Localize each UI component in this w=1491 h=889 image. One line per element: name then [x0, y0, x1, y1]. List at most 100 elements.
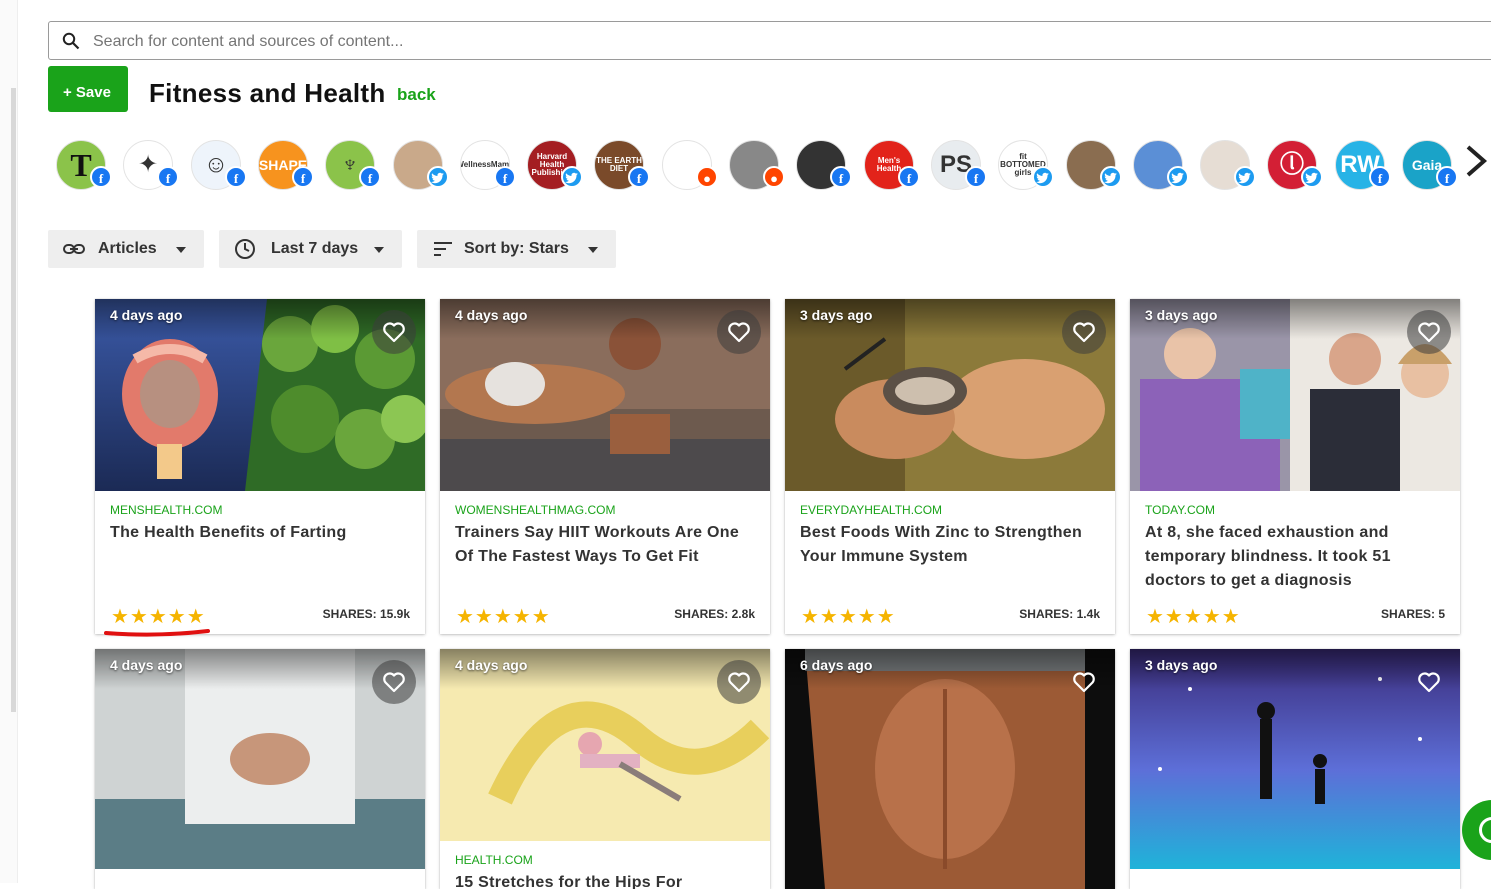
article-title[interactable]: Best Foods With Zinc to Strengthen Your … — [800, 521, 1100, 569]
source-avatar-lululemon[interactable]: ⓛ — [1267, 140, 1323, 190]
date-range-label: Last 7 days — [271, 240, 359, 257]
source-avatar-nytimes[interactable]: Tf — [56, 140, 112, 190]
twitter-icon — [1167, 166, 1189, 188]
chevron-down-icon — [588, 247, 598, 253]
source-avatar-yoga-photo[interactable] — [1200, 140, 1256, 190]
twitter-icon — [1100, 166, 1122, 188]
source-avatar-workout-photo[interactable] — [1066, 140, 1122, 190]
article-title[interactable]: The Health Benefits of Farting — [110, 521, 410, 545]
heart-icon — [1418, 672, 1440, 693]
share-count: SHARES: 15.9k — [322, 607, 410, 621]
article-age: 4 days ago — [455, 307, 528, 323]
source-avatar-popsugar[interactable]: PS f — [931, 140, 987, 190]
article-card[interactable]: 4 days ago — [95, 649, 425, 889]
favorite-button[interactable] — [717, 310, 761, 354]
sort-filter[interactable]: Sort by: Stars — [417, 230, 616, 268]
red-underline-annotation — [104, 629, 210, 637]
article-age: 4 days ago — [110, 307, 183, 323]
article-card[interactable]: 4 days ago WOMENSHEALTHMAG.COM Trainers … — [440, 299, 770, 634]
source-avatar-woman-portrait[interactable] — [393, 140, 449, 190]
article-age: 3 days ago — [1145, 307, 1218, 323]
article-age: 3 days ago — [1145, 657, 1218, 673]
favorite-button[interactable] — [717, 660, 761, 704]
chevron-right-icon[interactable] — [1462, 144, 1490, 178]
twitter-icon — [1032, 166, 1054, 188]
date-range-filter[interactable]: Last 7 days — [219, 230, 402, 268]
chevron-down-icon — [374, 247, 384, 253]
feed-header: + Save Fitness and Health back — [48, 66, 1488, 114]
article-age: 4 days ago — [455, 657, 528, 673]
article-card[interactable]: 3 days ago — [1130, 649, 1460, 889]
source-avatar-bodybuilder-sketch[interactable]: ● — [662, 140, 718, 190]
chevron-down-icon — [176, 247, 186, 253]
source-avatar-shape[interactable]: SHAPE f — [258, 140, 314, 190]
source-avatar-gaia[interactable]: Gaia f — [1402, 140, 1458, 190]
star-rating: ★★★★★ — [456, 606, 551, 628]
share-count: SHARES: 2.8k — [674, 607, 755, 621]
share-count: SHARES: 5 — [1380, 607, 1445, 621]
source-avatar-buddha[interactable]: ☺ f — [191, 140, 247, 190]
favorite-button[interactable] — [1407, 660, 1451, 704]
article-source[interactable]: MENSHEALTH.COM — [110, 503, 222, 517]
article-source[interactable]: WOMENSHEALTHMAG.COM — [455, 503, 615, 517]
source-avatar-fork-logo[interactable]: ♆ f — [325, 140, 381, 190]
source-list: Tf✦f☺fSHAPEf♆f WellnessMamafHarvard Healt… — [56, 140, 1491, 192]
article-title[interactable]: Trainers Say HIIT Workouts Are One Of Th… — [455, 521, 755, 569]
facebook-icon: f — [359, 166, 381, 188]
favorite-button[interactable] — [372, 310, 416, 354]
source-avatar-trainer-photo[interactable] — [1133, 140, 1189, 190]
favorite-button[interactable] — [1062, 660, 1106, 704]
source-avatar-reddit-fitness[interactable]: ● — [729, 140, 785, 190]
facebook-icon: f — [628, 166, 650, 188]
article-card[interactable]: 6 days ago — [785, 649, 1115, 889]
favorite-button[interactable] — [1062, 310, 1106, 354]
article-age: 6 days ago — [800, 657, 873, 673]
chat-widget-button[interactable] — [1462, 800, 1491, 860]
article-title[interactable]: At 8, she faced exhaustion and temporary… — [1145, 521, 1445, 593]
heart-icon — [383, 672, 405, 693]
facebook-icon: f — [157, 166, 179, 188]
scrollbar[interactable] — [11, 88, 16, 712]
facebook-icon: f — [1436, 166, 1458, 188]
favorite-button[interactable] — [1407, 310, 1451, 354]
article-title[interactable]: 15 Stretches for the Hips For — [455, 871, 755, 889]
star-rating: ★★★★★ — [111, 606, 206, 628]
search-icon — [62, 32, 80, 50]
source-avatar-earth-diet[interactable]: THE EARTH DIET f — [594, 140, 650, 190]
back-link[interactable]: back — [397, 85, 436, 105]
twitter-icon — [561, 166, 583, 188]
left-sidebar-edge — [0, 0, 18, 883]
content-type-filter[interactable]: Articles — [48, 230, 204, 268]
source-avatar-star-compass[interactable]: ✦ f — [123, 140, 179, 190]
article-card[interactable]: 4 days ago MENSHEALTH.COM The Health Ben… — [95, 299, 425, 634]
article-card[interactable]: 3 days ago TODAY.COM At 8, she faced exh… — [1130, 299, 1460, 634]
heart-icon — [728, 672, 750, 693]
source-avatar-wellness[interactable]: WellnessMamaf — [460, 140, 516, 190]
facebook-icon: f — [1369, 166, 1391, 188]
article-card[interactable]: 4 days ago HEALTH.COM 15 Stretches for t… — [440, 649, 770, 889]
facebook-icon: f — [965, 166, 987, 188]
article-source[interactable]: EVERYDAYHEALTH.COM — [800, 503, 942, 517]
heart-icon — [1073, 672, 1095, 693]
heart-icon — [1418, 322, 1440, 343]
content-type-label: Articles — [98, 240, 157, 257]
heart-icon — [1073, 322, 1095, 343]
source-avatar-fit-bottomed-girls[interactable]: fit BOTTOMED girls — [998, 140, 1054, 190]
search-input[interactable] — [91, 30, 1395, 54]
article-age: 3 days ago — [800, 307, 873, 323]
source-avatar-muscle-photo[interactable]: f — [796, 140, 852, 190]
favorite-button[interactable] — [372, 660, 416, 704]
star-rating: ★★★★★ — [1146, 606, 1241, 628]
source-avatar-harvard-health[interactable]: Harvard Health Publishing — [527, 140, 583, 190]
link-icon — [63, 244, 85, 254]
source-avatar-runners-world[interactable]: RW f — [1335, 140, 1391, 190]
save-button-label: + Save — [63, 84, 111, 101]
article-card[interactable]: 3 days ago EVERYDAYHEALTH.COM Best Foods… — [785, 299, 1115, 634]
article-source[interactable]: TODAY.COM — [1145, 503, 1215, 517]
chat-icon — [1479, 817, 1491, 843]
article-source[interactable]: HEALTH.COM — [455, 853, 533, 867]
search-box[interactable] — [48, 21, 1491, 60]
source-avatar-mens-health[interactable]: Men's Health f — [864, 140, 920, 190]
sort-label: Sort by: Stars — [464, 240, 569, 257]
save-button[interactable]: + Save — [48, 66, 128, 112]
